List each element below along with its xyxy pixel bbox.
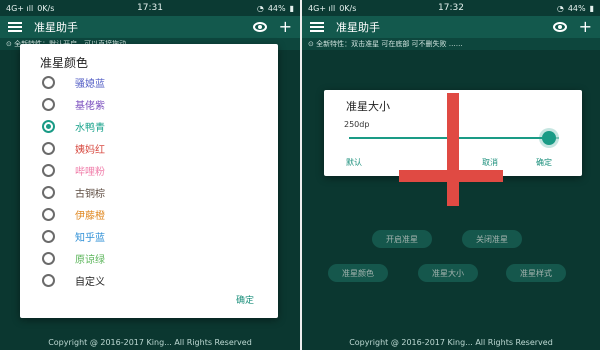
color-option[interactable]: 古铜棕 [42,182,105,202]
app-title: 准星助手 [34,21,78,34]
menu-icon[interactable] [310,22,324,32]
dialog-title: 准星颜色 [40,56,89,70]
dialog-title: 准星大小 [346,100,390,113]
status-bar: 4G+ ıll 0K/s 17:31 ◔ 44% ▮ [0,0,300,16]
net-speed: 0K/s [339,3,357,13]
color-option-label: 哔哩粉 [75,166,105,178]
crosshair-preview-vertical [447,93,459,206]
radio-button[interactable] [42,207,55,221]
add-icon[interactable]: + [279,19,292,35]
color-option[interactable]: 骚媳蓝 [42,72,105,92]
color-option[interactable]: 姨妈红 [42,138,105,158]
app-title: 准星助手 [336,21,380,34]
color-option[interactable]: 自定义 [42,270,105,290]
copyright: Copyright @ 2016-2017 King... All Rights… [48,338,252,347]
battery-percent: 44% [267,3,286,13]
battery-icon: ▮ [289,3,294,13]
color-option-label: 原谅绿 [75,254,105,266]
color-option-label: 姨妈红 [75,144,105,156]
size-value: 250dp [344,120,370,129]
color-option-label: 水鸭青 [75,122,105,134]
color-option[interactable]: 伊藤橙 [42,204,105,224]
radio-button[interactable] [42,75,55,89]
radio-button[interactable] [42,119,55,133]
notice-bar: ⊙ 全新特性：双击准星 可在底部 可不删失败 …… [302,38,600,50]
size-slider-thumb[interactable] [541,131,556,145]
radio-button[interactable] [42,273,55,287]
add-icon[interactable]: + [579,19,592,35]
clock: 17:31 [137,3,163,13]
screen-size-dialog: 4G+ ıll 0K/s 17:32 ◔ 44% ▮ 准星助手 + ⊙ 全新特性：双击… [300,0,600,350]
wifi-icon: ◔ [556,3,564,13]
battery-icon: ▮ [589,3,594,13]
battery-percent: 44% [567,3,586,13]
color-option[interactable]: 哔哩粉 [42,160,105,180]
app-toolbar: 准星助手 + [0,16,300,38]
net-speed: 0K/s [37,3,55,13]
color-option[interactable]: 知乎蓝 [42,226,105,246]
copyright: Copyright @ 2016-2017 King... All Rights… [349,338,553,347]
color-option-label: 基佬紫 [75,100,105,112]
app-toolbar: 准星助手 + [302,16,600,38]
radio-button[interactable] [42,185,55,199]
radio-button[interactable] [42,229,55,243]
confirm-button[interactable]: 确定 [236,293,254,306]
color-option-label: 自定义 [75,276,105,288]
eye-icon[interactable] [252,22,267,32]
screen-color-dialog: 4G+ ıll0K/s 17:31 ◔44%▮ 准星助手 + ⊙ 全新特性：默认… [0,0,300,350]
color-option[interactable]: 基佬紫 [42,94,105,114]
signal-label: 4G+ ıll [6,3,34,13]
radio-button[interactable] [42,163,55,177]
color-option-label: 骚媳蓝 [75,78,105,90]
radio-button[interactable] [42,97,55,111]
confirm-button[interactable]: 确定 [536,157,552,168]
color-dialog: 准星颜色 骚媳蓝基佬紫水鸭青姨妈红哔哩粉古铜棕伊藤橙知乎蓝原谅绿自定义 确定 [20,44,278,318]
status-bar: 4G+ ıll 0K/s 17:32 ◔ 44% ▮ [302,0,600,16]
wifi-icon: ◔ [256,3,264,13]
color-option[interactable]: 水鸭青 [42,116,105,136]
clock: 17:32 [438,3,464,13]
color-option-label: 伊藤橙 [75,210,105,222]
radio-button[interactable] [42,141,55,155]
crosshair-preview-horizontal [399,170,503,182]
default-button[interactable]: 默认 [346,157,362,168]
eye-icon[interactable] [552,22,567,32]
color-option[interactable]: 原谅绿 [42,248,105,268]
color-option-label: 知乎蓝 [75,232,105,244]
signal-label: 4G+ ıll [308,3,336,13]
radio-button[interactable] [42,251,55,265]
menu-icon[interactable] [8,22,22,32]
color-option-label: 古铜棕 [75,188,105,200]
cancel-button[interactable]: 取消 [482,157,498,168]
